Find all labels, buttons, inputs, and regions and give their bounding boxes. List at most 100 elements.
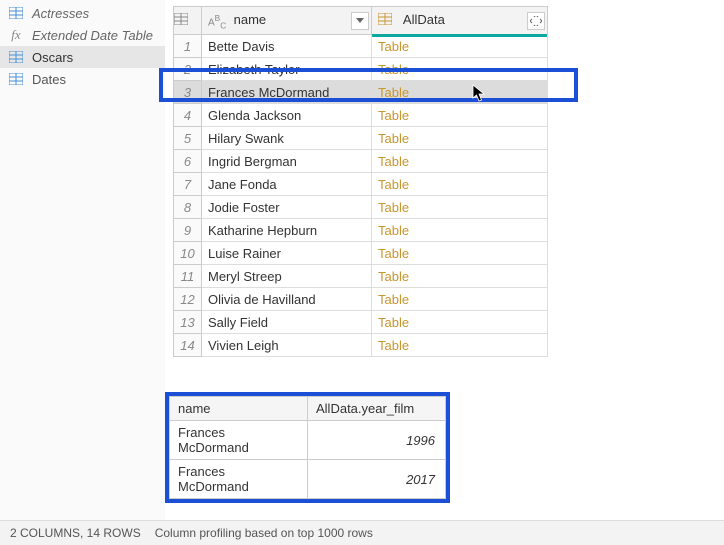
cell-name[interactable]: Olivia de Havilland [202,288,372,311]
sidebar-item-oscars[interactable]: Oscars [0,46,165,68]
detail-cell-year[interactable]: 1996 [308,421,446,460]
cell-name[interactable]: Luise Rainer [202,242,372,265]
row-number[interactable]: 2 [174,58,202,81]
row-number[interactable]: 4 [174,104,202,127]
row-number[interactable]: 5 [174,127,202,150]
table-type-icon [378,13,396,29]
cell-name[interactable]: Jane Fonda [202,173,372,196]
table-link[interactable]: Table [378,108,409,123]
table-row[interactable]: 10Luise Rainer Table [174,242,548,265]
cell-name[interactable]: Frances McDormand [202,81,372,104]
table-link[interactable]: Table [378,223,409,238]
row-number[interactable]: 7 [174,173,202,196]
table-row[interactable]: 13Sally Field Table [174,311,548,334]
cell-alldata[interactable]: Table [372,58,548,81]
table-row[interactable]: 3Frances McDormand Table [174,81,548,104]
cell-name[interactable]: Sally Field [202,311,372,334]
sidebar-item-dates[interactable]: Dates [0,68,165,90]
row-number[interactable]: 11 [174,265,202,288]
detail-preview: name AllData.year_film Frances McDormand… [165,392,450,503]
cell-name[interactable]: Hilary Swank [202,127,372,150]
sidebar-item-label: Extended Date Table [32,28,153,43]
cell-alldata[interactable]: Table [372,288,548,311]
detail-cell-name[interactable]: Frances McDormand [170,421,308,460]
cell-alldata[interactable]: Table [372,81,548,104]
row-number[interactable]: 6 [174,150,202,173]
table-link[interactable]: Table [378,246,409,261]
table-link[interactable]: Table [378,338,409,353]
table-link[interactable]: Table [378,269,409,284]
detail-col-name[interactable]: name [170,397,308,421]
cell-alldata[interactable]: Table [372,219,548,242]
table-link[interactable]: Table [378,154,409,169]
table-row[interactable]: 7Jane Fonda Table [174,173,548,196]
cell-alldata[interactable]: Table [372,265,548,288]
cell-name[interactable]: Ingrid Bergman [202,150,372,173]
expand-column-button[interactable] [527,12,545,30]
table-row[interactable]: 14Vivien Leigh Table [174,334,548,357]
cell-name[interactable]: Meryl Streep [202,265,372,288]
preview-grid[interactable]: ABC name AllData 1Bette DavisTable2Eliza… [173,6,548,357]
table-link[interactable]: Table [378,85,409,100]
row-number[interactable]: 1 [174,35,202,58]
cell-alldata[interactable]: Table [372,35,548,58]
table-row[interactable]: 11Meryl Streep Table [174,265,548,288]
table-row[interactable]: 2Elizabeth Taylor Table [174,58,548,81]
cell-name[interactable]: Jodie Foster [202,196,372,219]
table-row[interactable]: 1Bette Davis Table [174,35,548,58]
cell-alldata[interactable]: Table [372,334,548,357]
detail-cell-name[interactable]: Frances McDormand [170,460,308,499]
cell-name[interactable]: Vivien Leigh [202,334,372,357]
table-corner[interactable] [174,7,202,35]
detail-grid[interactable]: name AllData.year_film Frances McDormand… [169,396,446,499]
status-profiling: Column profiling based on top 1000 rows [155,526,373,540]
row-number[interactable]: 13 [174,311,202,334]
text-type-icon: ABC [208,13,226,29]
sidebar-item-label: Actresses [32,6,89,21]
queries-sidebar: Actresses fx Extended Date Table Oscars … [0,0,165,520]
column-header-alldata[interactable]: AllData [372,7,548,35]
table-icon [174,13,192,29]
table-icon [8,5,24,21]
row-number[interactable]: 3 [174,81,202,104]
detail-cell-year[interactable]: 2017 [308,460,446,499]
column-filter-button[interactable] [351,12,369,30]
table-link[interactable]: Table [378,39,409,54]
cell-alldata[interactable]: Table [372,242,548,265]
row-number[interactable]: 10 [174,242,202,265]
row-number[interactable]: 14 [174,334,202,357]
table-row[interactable]: 9Katharine Hepburn Table [174,219,548,242]
detail-col-year[interactable]: AllData.year_film [308,397,446,421]
cell-alldata[interactable]: Table [372,196,548,219]
cell-name[interactable]: Katharine Hepburn [202,219,372,242]
cell-alldata[interactable]: Table [372,173,548,196]
row-number[interactable]: 9 [174,219,202,242]
sidebar-item-actresses[interactable]: Actresses [0,2,165,24]
column-header-name[interactable]: ABC name [202,7,372,35]
row-number[interactable]: 8 [174,196,202,219]
cell-name[interactable]: Glenda Jackson [202,104,372,127]
table-row[interactable]: 5Hilary Swank Table [174,127,548,150]
table-row[interactable]: 4Glenda Jackson Table [174,104,548,127]
cell-name[interactable]: Bette Davis [202,35,372,58]
table-row[interactable]: 12Olivia de Havilland Table [174,288,548,311]
table-row[interactable]: Frances McDormand1996 [170,421,446,460]
table-link[interactable]: Table [378,315,409,330]
table-link[interactable]: Table [378,292,409,307]
column-quality-bar [372,34,547,37]
table-row[interactable]: 6Ingrid Bergman Table [174,150,548,173]
table-row[interactable]: 8Jodie Foster Table [174,196,548,219]
cell-alldata[interactable]: Table [372,311,548,334]
sidebar-item-extended-date[interactable]: fx Extended Date Table [0,24,165,46]
cell-alldata[interactable]: Table [372,104,548,127]
cell-name[interactable]: Elizabeth Taylor [202,58,372,81]
table-link[interactable]: Table [378,62,409,77]
table-link[interactable]: Table [378,131,409,146]
cell-alldata[interactable]: Table [372,127,548,150]
cell-alldata[interactable]: Table [372,150,548,173]
table-row[interactable]: Frances McDormand2017 [170,460,446,499]
table-icon [8,49,24,65]
row-number[interactable]: 12 [174,288,202,311]
table-link[interactable]: Table [378,177,409,192]
table-link[interactable]: Table [378,200,409,215]
